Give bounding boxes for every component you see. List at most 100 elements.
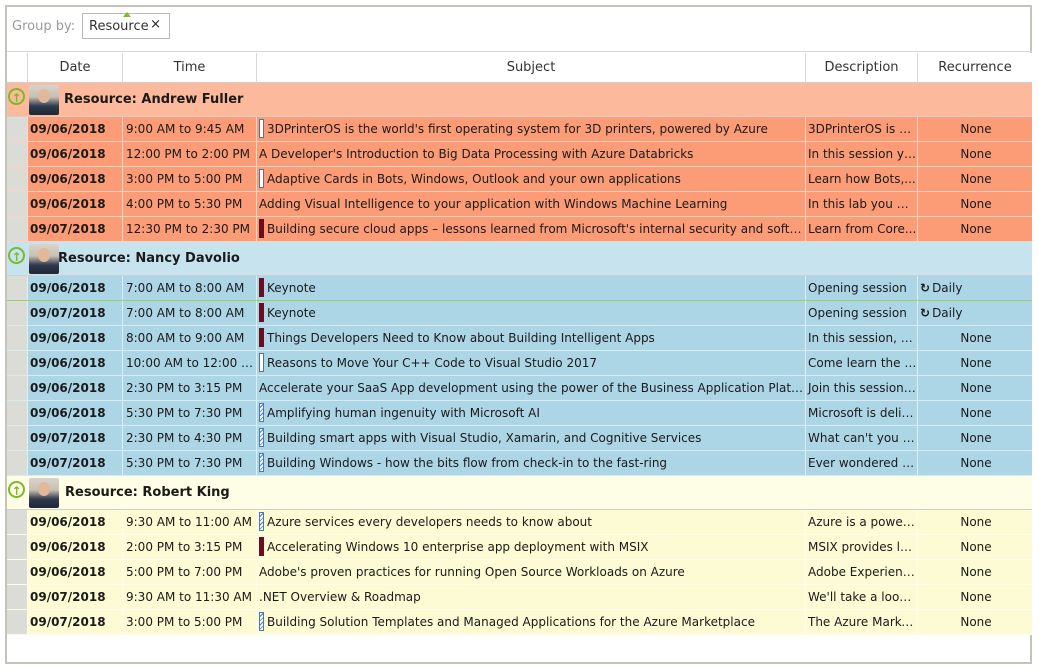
description-cell[interactable]: Adobe Experience... xyxy=(805,560,917,584)
table-row[interactable]: 09/06/2018 9:30 AM to 11:00 AM Azure servi… xyxy=(7,510,1032,535)
column-header-description[interactable]: Description xyxy=(805,53,917,82)
time-cell[interactable]: 8:00 AM to 9:00 AM xyxy=(122,326,256,350)
table-row[interactable]: 09/07/2018 5:30 PM to 7:30 PM Building Win… xyxy=(7,451,1032,476)
recurrence-cell[interactable]: None xyxy=(917,560,1032,584)
table-row[interactable]: 09/06/2018 5:30 PM to 7:30 PM Amplifying h… xyxy=(7,401,1032,426)
recurrence-cell[interactable]: None xyxy=(917,451,1032,475)
date-cell[interactable]: 09/07/2018 xyxy=(27,610,122,634)
subject-cell[interactable]: Keynote xyxy=(256,301,805,325)
date-cell[interactable]: 09/06/2018 xyxy=(27,351,122,375)
subject-cell[interactable]: Things Developers Need to Know about Bui… xyxy=(256,326,805,350)
date-cell[interactable]: 09/06/2018 xyxy=(27,326,122,350)
table-row[interactable]: 09/06/2018 8:00 AM to 9:00 AM Things Devel… xyxy=(7,326,1032,351)
table-row[interactable]: 09/07/2018 12:30 PM to 2:30 PM Building se… xyxy=(7,217,1032,242)
table-row[interactable]: 09/06/2018 4:00 PM to 5:30 PM Adding Visua… xyxy=(7,192,1032,217)
description-cell[interactable]: Join this session t... xyxy=(805,376,917,400)
subject-cell[interactable]: .NET Overview & Roadmap xyxy=(256,585,805,609)
time-cell[interactable]: 3:00 PM to 5:00 PM xyxy=(122,167,256,191)
recurrence-cell[interactable]: None xyxy=(917,510,1032,534)
description-cell[interactable]: The Azure Market... xyxy=(805,610,917,634)
description-cell[interactable]: 3DPrinterOS is an... xyxy=(805,117,917,141)
date-cell[interactable]: 09/07/2018 xyxy=(27,301,122,325)
description-cell[interactable]: Come learn the t... xyxy=(805,351,917,375)
time-cell[interactable]: 5:00 PM to 7:00 PM xyxy=(122,560,256,584)
subject-cell[interactable]: Accelerating Windows 10 enterprise app d… xyxy=(256,535,805,559)
date-cell[interactable]: 09/06/2018 xyxy=(27,192,122,216)
description-cell[interactable]: Opening session xyxy=(805,301,917,325)
recurrence-cell[interactable]: None xyxy=(917,585,1032,609)
subject-cell[interactable]: Adobe's proven practices for running Ope… xyxy=(256,560,805,584)
date-cell[interactable]: 09/07/2018 xyxy=(27,217,122,241)
time-cell[interactable]: 2:30 PM to 4:30 PM xyxy=(122,426,256,450)
time-cell[interactable]: 4:00 PM to 5:30 PM xyxy=(122,192,256,216)
time-cell[interactable]: 2:00 PM to 3:15 PM xyxy=(122,535,256,559)
table-row[interactable]: 09/06/2018 7:00 AM to 8:00 AM Keynote Openi… xyxy=(7,276,1032,301)
recurrence-cell[interactable]: None xyxy=(917,192,1032,216)
time-cell[interactable]: 2:30 PM to 3:15 PM xyxy=(122,376,256,400)
close-icon[interactable]: × xyxy=(150,17,161,32)
subject-cell[interactable]: A Developer's Introduction to Big Data P… xyxy=(256,142,805,166)
column-header-date[interactable]: Date xyxy=(27,53,122,82)
description-cell[interactable]: We'll take a look... xyxy=(805,585,917,609)
recurrence-cell[interactable]: None xyxy=(917,401,1032,425)
description-cell[interactable]: MSIX provides lot... xyxy=(805,535,917,559)
date-cell[interactable]: 09/06/2018 xyxy=(27,510,122,534)
date-cell[interactable]: 09/06/2018 xyxy=(27,142,122,166)
date-cell[interactable]: 09/07/2018 xyxy=(27,585,122,609)
collapse-group-icon[interactable]: ↑ xyxy=(8,481,25,498)
table-row[interactable]: 09/07/2018 7:00 AM to 8:00 AM Keynote Openi… xyxy=(7,301,1032,326)
recurrence-cell[interactable]: None xyxy=(917,326,1032,350)
date-cell[interactable]: 09/06/2018 xyxy=(27,276,122,300)
subject-cell[interactable]: Reasons to Move Your C++ Code to Visual … xyxy=(256,351,805,375)
time-cell[interactable]: 9:30 AM to 11:30 AM xyxy=(122,585,256,609)
group-row-0[interactable]: ↑ Resource: Andrew Fuller xyxy=(7,83,1032,117)
collapse-group-icon[interactable]: ↑ xyxy=(8,247,25,264)
recurrence-cell[interactable]: None xyxy=(917,142,1032,166)
time-cell[interactable]: 9:00 AM to 9:45 AM xyxy=(122,117,256,141)
description-cell[interactable]: Learn from Core... xyxy=(805,217,917,241)
time-cell[interactable]: 7:00 AM to 8:00 AM xyxy=(122,276,256,300)
subject-cell[interactable]: Keynote xyxy=(256,276,805,300)
description-cell[interactable]: Azure is a powerf... xyxy=(805,510,917,534)
time-cell[interactable]: 5:30 PM to 7:30 PM xyxy=(122,451,256,475)
description-cell[interactable]: In this lab you will... xyxy=(805,192,917,216)
description-cell[interactable]: Learn how Bots,... xyxy=(805,167,917,191)
date-cell[interactable]: 09/07/2018 xyxy=(27,451,122,475)
recurrence-cell[interactable]: ↻ Daily xyxy=(917,301,1032,325)
time-cell[interactable]: 12:00 PM to 2:00 PM xyxy=(122,142,256,166)
group-row-2[interactable]: ↑ Resource: Robert King xyxy=(7,476,1032,510)
table-row[interactable]: 09/07/2018 9:30 AM to 11:30 AM .NET Overvi… xyxy=(7,585,1032,610)
subject-cell[interactable]: Amplifying human ingenuity with Microsof… xyxy=(256,401,805,425)
collapse-group-icon[interactable]: ↑ xyxy=(8,88,25,105)
date-cell[interactable]: 09/06/2018 xyxy=(27,535,122,559)
time-cell[interactable]: 7:00 AM to 8:00 AM xyxy=(122,301,256,325)
table-row[interactable]: 09/06/2018 12:00 PM to 2:00 PM A Developer… xyxy=(7,142,1032,167)
recurrence-cell[interactable]: None xyxy=(917,535,1032,559)
subject-cell[interactable]: Building Solution Templates and Managed … xyxy=(256,610,805,634)
subject-cell[interactable]: Azure services every developers needs to… xyxy=(256,510,805,534)
description-cell[interactable]: Opening session xyxy=(805,276,917,300)
table-row[interactable]: 09/07/2018 3:00 PM to 5:00 PM Building Sol… xyxy=(7,610,1032,635)
group-chip-resource[interactable]: Resource × xyxy=(82,12,170,39)
recurrence-cell[interactable]: None xyxy=(917,217,1032,241)
description-cell[interactable]: In this session, we... xyxy=(805,326,917,350)
recurrence-cell[interactable]: ↻ Daily xyxy=(917,276,1032,300)
date-cell[interactable]: 09/06/2018 xyxy=(27,560,122,584)
recurrence-cell[interactable]: None xyxy=(917,117,1032,141)
table-row[interactable]: 09/06/2018 9:00 AM to 9:45 AM 3DPrinterOS … xyxy=(7,117,1032,142)
time-cell[interactable]: 3:00 PM to 5:00 PM xyxy=(122,610,256,634)
table-row[interactable]: 09/06/2018 5:00 PM to 7:00 PM Adobe's prov… xyxy=(7,560,1032,585)
table-row[interactable]: 09/06/2018 10:00 AM to 12:00 PM Reasons to… xyxy=(7,351,1032,376)
subject-cell[interactable]: Building Windows - how the bits flow fro… xyxy=(256,451,805,475)
column-header-time[interactable]: Time xyxy=(122,53,256,82)
time-cell[interactable]: 5:30 PM to 7:30 PM xyxy=(122,401,256,425)
description-cell[interactable]: In this session yo... xyxy=(805,142,917,166)
date-cell[interactable]: 09/06/2018 xyxy=(27,167,122,191)
group-row-1[interactable]: ↑ Resource: Nancy Davolio xyxy=(7,242,1032,276)
time-cell[interactable]: 12:30 PM to 2:30 PM xyxy=(122,217,256,241)
recurrence-cell[interactable]: None xyxy=(917,610,1032,634)
recurrence-cell[interactable]: None xyxy=(917,167,1032,191)
description-cell[interactable]: Ever wondered h... xyxy=(805,451,917,475)
date-cell[interactable]: 09/06/2018 xyxy=(27,401,122,425)
column-header-subject[interactable]: Subject xyxy=(256,53,805,82)
